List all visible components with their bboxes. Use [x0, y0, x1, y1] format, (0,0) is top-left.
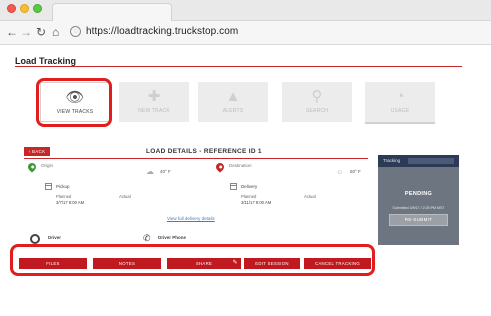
steering-wheel-icon: [30, 234, 40, 244]
pickup-actual-label: Actual: [119, 194, 131, 199]
origin-temp: 40° F: [160, 169, 171, 174]
tab-label: USAGE: [390, 108, 410, 114]
tracking-status-panel: Tracking PENDING Submitted 3/9/17 / 2:25…: [378, 155, 459, 245]
destination-label: Destination: [229, 163, 252, 168]
driver-phone-label: Driver Phone: [158, 235, 187, 240]
page-title: Load Tracking: [15, 56, 77, 66]
arrow-right-icon[interactable]: →: [20, 25, 32, 39]
cloud-icon: ☁: [146, 167, 154, 176]
globe-icon: ◌: [70, 26, 81, 37]
browser-title-bar: [0, 0, 491, 21]
status-state: PENDING: [404, 191, 433, 197]
delivery-actual-label: Actual: [304, 194, 316, 199]
details-heading: LOAD DETAILS - REFERENCE ID 1: [146, 148, 262, 155]
destination-pin-icon: [214, 161, 226, 173]
destination-card: Destination ☼ 50° F Delivery Planned 3/1…: [214, 161, 380, 223]
status-submitted: Submitted 3/9/17 / 2:25 PM MST: [392, 206, 445, 210]
delivery-planned-label: Planned: [241, 194, 257, 199]
delivery-planned-value: 3/11/17 8:00 AM: [241, 200, 272, 205]
pickup-title: Pickup: [56, 184, 70, 189]
tab-usage[interactable]: ◔ USAGE: [365, 82, 435, 122]
back-button[interactable]: ‹ BACK: [24, 147, 50, 156]
pickup-planned-label: Planned: [56, 194, 72, 199]
calendar-icon: [230, 183, 237, 190]
details-divider: [24, 158, 368, 159]
reload-icon[interactable]: ↻: [36, 25, 46, 39]
status-header: Tracking: [378, 155, 459, 167]
tab-new-track[interactable]: ✚ NEW TRACK: [119, 82, 189, 122]
tab-underline: [365, 122, 435, 124]
minimize-window-button[interactable]: [20, 4, 29, 13]
origin-label: Origin: [41, 163, 54, 168]
resubmit-button[interactable]: RE-SUBMIT: [389, 214, 448, 226]
view-full-delivery-link[interactable]: View full delivery details: [167, 216, 215, 221]
delivery-title: Delivery: [241, 184, 258, 189]
search-icon: ⚲: [311, 88, 323, 105]
tracking-label: Tracking: [383, 158, 401, 163]
browser-tab[interactable]: [52, 3, 172, 21]
browser-address-bar: ← → ↻ ⌂ ◌ https://loadtracking.truckstop…: [0, 21, 491, 45]
pickup-planned-value: 3/7/17 8:00 AM: [56, 200, 85, 205]
maximize-window-button[interactable]: [33, 4, 42, 13]
origin-card: Origin ☁ 40° F Pickup Planned 3/7/17 8:0…: [26, 161, 192, 223]
url-field[interactable]: https://loadtracking.truckstop.com: [86, 26, 238, 37]
phone-icon: ✆: [143, 233, 151, 243]
tab-label: ALERTS: [222, 108, 244, 114]
tab-search[interactable]: ⚲ SEARCH: [282, 82, 352, 122]
calendar-icon: [45, 183, 52, 190]
title-divider: [15, 66, 462, 67]
warning-icon: ▲: [225, 88, 241, 105]
tab-alerts[interactable]: ▲ ALERTS: [198, 82, 268, 122]
cloud-icon: ☼: [336, 167, 344, 176]
tracking-field: [408, 158, 454, 164]
highlight-view-tracks: [36, 78, 112, 127]
origin-pin-icon: [26, 161, 38, 173]
driver-label: Driver: [48, 235, 62, 240]
close-window-button[interactable]: [7, 4, 16, 13]
home-icon[interactable]: ⌂: [52, 25, 59, 39]
arrow-left-icon[interactable]: ←: [6, 25, 18, 39]
plus-icon: ✚: [147, 88, 161, 105]
tab-label: NEW TRACK: [138, 108, 170, 114]
highlight-action-bar: [10, 244, 375, 276]
destination-temp: 50° F: [350, 169, 361, 174]
gauge-icon: ◔: [395, 88, 405, 105]
tab-label: SEARCH: [305, 108, 329, 114]
